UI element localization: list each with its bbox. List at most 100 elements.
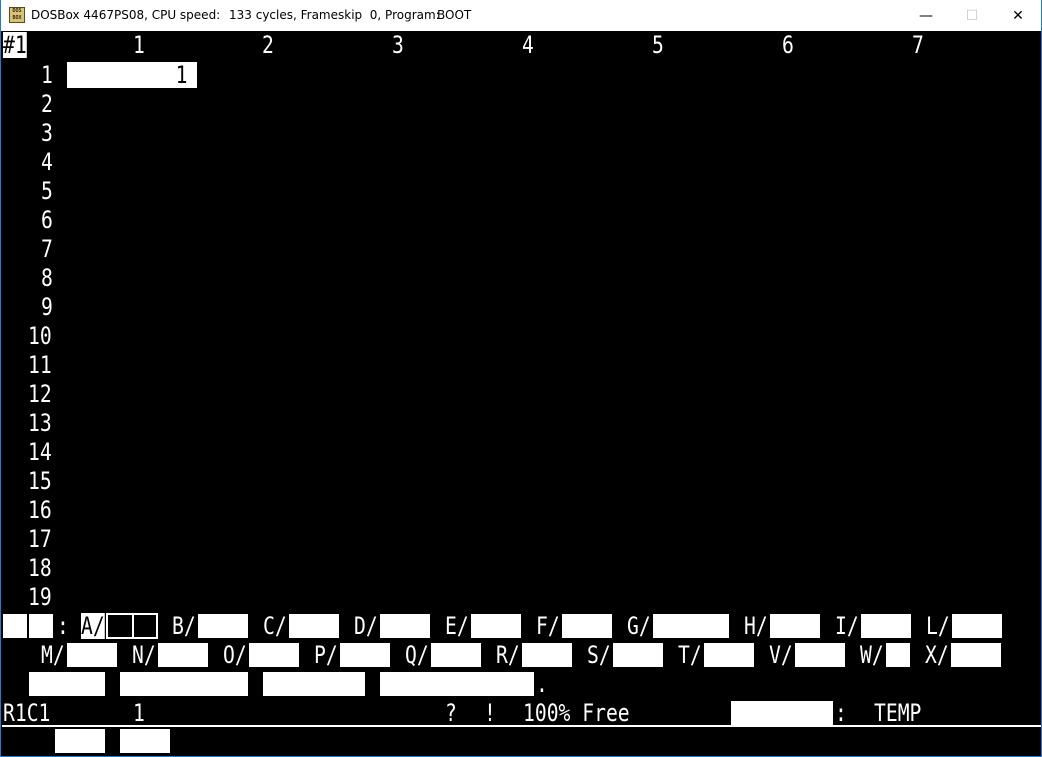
entry-glyph (55, 729, 105, 753)
menu-prompt-glyph (3, 614, 27, 638)
menu-item-key: V/ (769, 641, 793, 669)
menu-item-glyph (67, 643, 117, 667)
row-header[interactable]: 3 (41, 120, 53, 146)
column-header[interactable]: 4 (522, 32, 534, 58)
menu-item-key: H/ (744, 612, 768, 640)
recalc-indicator: ! (484, 699, 496, 727)
row-header[interactable]: 8 (41, 265, 53, 291)
menu-item-glyph (340, 643, 390, 667)
menu-prompt-glyph (29, 614, 53, 638)
row-header[interactable]: 17 (28, 526, 52, 552)
menu-item-key: M/ (41, 641, 65, 669)
menu-item-glyph (704, 643, 754, 667)
menu-item-key: D/ (354, 612, 378, 640)
column-header[interactable]: 7 (912, 32, 924, 58)
column-header[interactable]: 1 (133, 32, 145, 58)
menu-item-glyph (613, 643, 663, 667)
menu-item-key: P/ (314, 641, 338, 669)
maximize-icon: ☐ (965, 7, 979, 24)
row-header[interactable]: 13 (28, 410, 52, 436)
cell-reference: R1C1 (3, 699, 51, 727)
menu-item-key: S/ (587, 641, 611, 669)
menu-item-glyph (886, 643, 910, 667)
prompt-glyph (380, 672, 534, 696)
row-header[interactable]: 2 (41, 91, 53, 117)
menu-item-glyph-divider (132, 615, 134, 637)
menu-item-glyph (562, 614, 612, 638)
column-header[interactable]: 5 (652, 32, 664, 58)
menu-item-key: E/ (445, 612, 469, 640)
menu-item-key: W/ (860, 641, 884, 669)
menu-item-key: X/ (925, 641, 949, 669)
row-header[interactable]: 14 (28, 439, 52, 465)
menu-item-glyph (770, 614, 820, 638)
row-header[interactable]: 15 (28, 468, 52, 494)
maximize-button[interactable]: ☐ (949, 0, 995, 31)
column-header[interactable]: 3 (392, 32, 404, 58)
menu-item-glyph (289, 614, 339, 638)
menu-item-key: G/ (627, 612, 651, 640)
row-header[interactable]: 10 (28, 323, 52, 349)
close-button[interactable]: ✕ (995, 0, 1041, 31)
row-header[interactable]: 7 (41, 236, 53, 262)
menu-item-glyph (431, 643, 481, 667)
menu-item-key: O/ (223, 641, 247, 669)
prompt-glyph (263, 672, 365, 696)
menu-item-glyph (795, 643, 845, 667)
column-header[interactable]: 2 (262, 32, 274, 58)
menu-item-glyph (198, 614, 248, 638)
menu-colon: : (57, 612, 69, 640)
status-divider (2, 725, 1041, 727)
dosbox-app-icon[interactable]: DOS BOX (9, 7, 25, 23)
active-cell-r1c1[interactable]: 1 (67, 62, 197, 88)
file-colon: : (835, 699, 847, 727)
minimize-button[interactable]: — (903, 0, 949, 31)
menu-item-glyph (951, 643, 1001, 667)
file-label-glyph (731, 701, 833, 725)
menu-item-key: A/ (81, 612, 105, 640)
active-cell-value: 1 (175, 61, 187, 89)
menu-item-glyph (380, 614, 430, 638)
menu-item-key: I/ (835, 612, 859, 640)
menu-item-key: T/ (678, 641, 702, 669)
row-header[interactable]: 11 (28, 352, 52, 378)
row-header[interactable]: 16 (28, 497, 52, 523)
menu-item-glyph (158, 643, 208, 667)
menu-item-glyph (471, 614, 521, 638)
dos-screen[interactable]: #1 1 2 3 4 5 6 7 1 2 3 4 5 6 7 8 9 10 11… (2, 31, 1041, 756)
menu-item-key: C/ (263, 612, 287, 640)
entry-glyph (120, 729, 170, 753)
menu-item-glyph (952, 614, 1002, 638)
menu-item-glyph (861, 614, 911, 638)
row-header[interactable]: 5 (41, 178, 53, 204)
title-bar: DOS BOX DOSBox 4467PS08, CPU speed: 133 … (1, 0, 1041, 31)
title-cycles: 133 cycles, Frameskip 0, Program: (229, 8, 440, 22)
row-header[interactable]: 9 (41, 294, 53, 320)
dosbox-window: DOS BOX DOSBox 4467PS08, CPU speed: 133 … (0, 0, 1042, 757)
row-header[interactable]: 6 (41, 207, 53, 233)
minimize-icon: — (919, 7, 933, 24)
menu-item-key: N/ (132, 641, 156, 669)
menu-item-glyph (108, 615, 132, 637)
row-header[interactable]: 12 (28, 381, 52, 407)
menu-item-key: B/ (172, 612, 196, 640)
menu-item-key: Q/ (405, 641, 429, 669)
row-header[interactable]: 4 (41, 149, 53, 175)
menu-item-glyph (249, 643, 299, 667)
prompt-period: . (536, 670, 548, 698)
menu-item-key: F/ (536, 612, 560, 640)
help-indicator: ? (445, 699, 457, 727)
prompt-glyph (120, 672, 248, 696)
prompt-glyph (29, 672, 105, 696)
close-icon: ✕ (1012, 7, 1024, 24)
row-header[interactable]: 19 (28, 584, 52, 610)
column-header[interactable]: 6 (782, 32, 794, 58)
window-number: #1 (3, 31, 27, 59)
title-app: DOSBox 4467PS08, CPU speed: (31, 8, 221, 22)
menu-item-key: L/ (926, 612, 950, 640)
menu-item-glyph (522, 643, 572, 667)
row-header[interactable]: 1 (41, 62, 53, 88)
row-header[interactable]: 18 (28, 555, 52, 581)
cell-content: 1 (133, 699, 145, 727)
file-name: TEMP (874, 699, 922, 727)
